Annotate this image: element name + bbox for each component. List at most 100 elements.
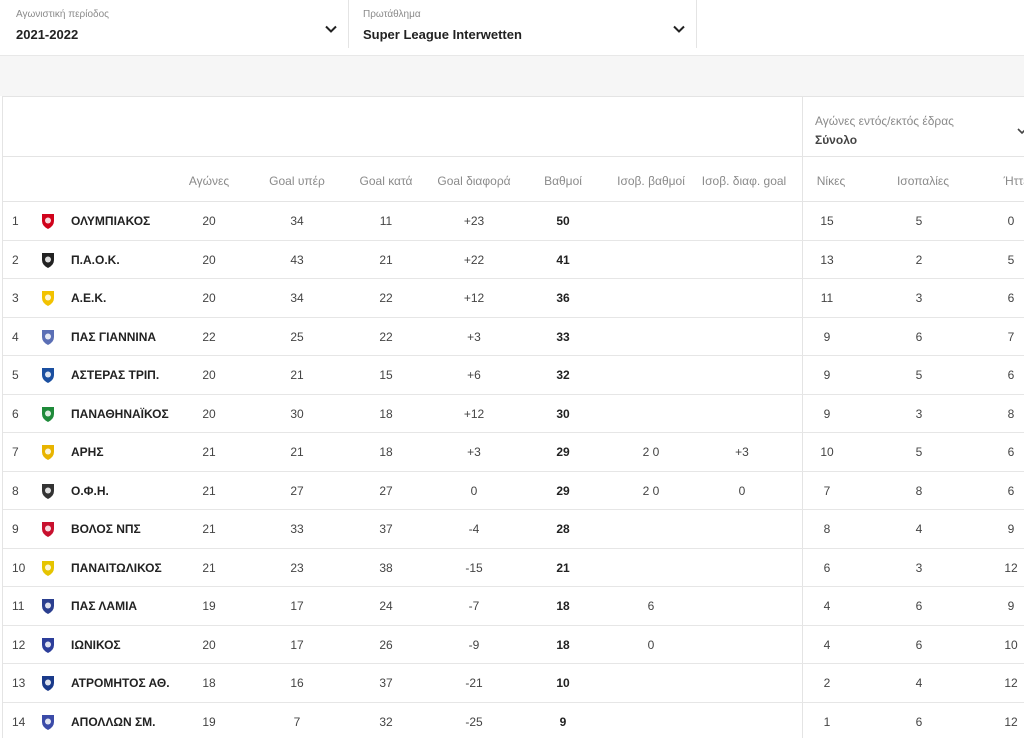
column-header-tie-points[interactable]: Ισοβ. βαθμοί xyxy=(617,174,685,188)
league-select[interactable]: Πρωτάθλημα Super League Interwetten xyxy=(349,0,697,48)
points-cell: 41 xyxy=(556,252,570,267)
goals-against-cell: 21 xyxy=(379,252,393,267)
goals-against-cell: 27 xyxy=(379,483,393,498)
table-row[interactable]: 4 ΠΑΣ ΓΙΑΝΝΙΝΑ 22 25 22 +3 33 9 6 7 xyxy=(3,318,1024,356)
losses-cell: 6 xyxy=(1007,368,1015,382)
league-select-value[interactable]: Super League Interwetten xyxy=(363,27,522,42)
table-row[interactable]: 8 Ο.Φ.Η. 21 27 27 0 29 2 0 0 7 8 6 xyxy=(3,472,1024,510)
goals-against-cell: 26 xyxy=(379,637,393,652)
chevron-down-icon[interactable] xyxy=(1016,125,1024,137)
table-row[interactable]: 11 ΠΑΣ ΛΑΜΙΑ 19 17 24 -7 18 6 4 6 9 xyxy=(3,587,1024,626)
team-name-link[interactable]: ΟΛΥΜΠΙΑΚΟΣ xyxy=(71,202,150,240)
points-cell: 18 xyxy=(556,637,570,652)
tie-points-cell: 6 xyxy=(647,599,655,613)
team-name-link[interactable]: Π.Α.Ο.Κ. xyxy=(71,241,120,279)
played-cell: 21 xyxy=(202,560,216,575)
team-name-link[interactable]: ΑΤΡΟΜΗΤΟΣ ΑΘ. xyxy=(71,664,170,702)
table-row[interactable]: 12 ΙΩΝΙΚΟΣ 20 17 26 -9 18 0 4 6 10 xyxy=(3,626,1024,664)
goals-against-cell: 15 xyxy=(379,368,393,382)
goals-for-cell: 23 xyxy=(290,560,304,575)
team-name-link[interactable]: Α.Ε.Κ. xyxy=(71,279,106,317)
team-crest-icon xyxy=(42,637,54,653)
position-cell: 2 xyxy=(12,252,19,267)
goals-against-cell: 18 xyxy=(379,445,393,459)
team-crest-icon xyxy=(42,483,54,499)
played-cell: 22 xyxy=(202,329,216,344)
table-row[interactable]: 9 ΒΟΛΟΣ ΝΠΣ 21 33 37 -4 28 8 4 9 xyxy=(3,510,1024,549)
table-row[interactable]: 14 ΑΠΟΛΛΩΝ ΣΜ. 19 7 32 -25 9 1 6 12 xyxy=(3,703,1024,738)
position-cell: 4 xyxy=(12,329,19,344)
draws-cell: 3 xyxy=(915,291,923,305)
goal-diff-cell: +3 xyxy=(467,329,481,344)
chevron-down-icon[interactable] xyxy=(672,22,686,36)
table-row[interactable]: 2 Π.Α.Ο.Κ. 20 43 21 +22 41 13 2 5 xyxy=(3,241,1024,279)
goals-for-cell: 34 xyxy=(290,214,304,228)
goals-against-cell: 22 xyxy=(379,329,393,344)
column-header-tie-goal-diff[interactable]: Ισοβ. διαφ. goal xyxy=(702,174,786,188)
played-cell: 21 xyxy=(202,445,216,459)
losses-cell: 5 xyxy=(1007,252,1015,267)
goals-against-cell: 38 xyxy=(379,560,393,575)
season-select-label: Αγωνιστική περίοδος xyxy=(16,9,109,20)
goals-for-cell: 16 xyxy=(290,676,304,690)
position-cell: 3 xyxy=(12,291,19,305)
table-row[interactable]: 5 ΑΣΤΕΡΑΣ ΤΡΙΠ. 20 21 15 +6 32 9 5 6 xyxy=(3,356,1024,395)
column-header-goals-for[interactable]: Goal υπέρ xyxy=(269,174,325,188)
table-row[interactable]: 1 ΟΛΥΜΠΙΑΚΟΣ 20 34 11 +23 50 15 5 0 xyxy=(3,202,1024,241)
column-header-goal-diff[interactable]: Goal διαφορά xyxy=(437,174,510,188)
table-row[interactable]: 10 ΠΑΝΑΙΤΩΛΙΚΟΣ 21 23 38 -15 21 6 3 12 xyxy=(3,549,1024,587)
home-away-select-value[interactable]: Σύνολο xyxy=(815,133,857,147)
team-name-link[interactable]: ΠΑΝΑΘΗΝΑΪΚΟΣ xyxy=(71,395,169,433)
losses-cell: 7 xyxy=(1007,329,1015,344)
goals-for-cell: 25 xyxy=(290,329,304,344)
losses-cell: 6 xyxy=(1007,291,1015,305)
draws-cell: 6 xyxy=(915,599,923,613)
losses-cell: 10 xyxy=(1004,637,1018,652)
table-row[interactable]: 13 ΑΤΡΟΜΗΤΟΣ ΑΘ. 18 16 37 -21 10 2 4 12 xyxy=(3,664,1024,703)
goals-against-cell: 37 xyxy=(379,676,393,690)
tie-goal-diff-cell: 0 xyxy=(738,483,746,498)
goals-for-cell: 21 xyxy=(290,445,304,459)
table-row[interactable]: 7 ΑΡΗΣ 21 21 18 +3 29 2 0 +3 10 5 6 xyxy=(3,433,1024,472)
wins-cell: 11 xyxy=(820,291,834,305)
team-name-link[interactable]: ΙΩΝΙΚΟΣ xyxy=(71,626,121,664)
team-crest-icon xyxy=(42,560,54,576)
team-crest-icon xyxy=(42,522,54,537)
position-cell: 1 xyxy=(12,214,19,228)
played-cell: 18 xyxy=(202,676,216,690)
column-header-draws[interactable]: Ισοπαλίες xyxy=(897,174,949,188)
tie-points-cell: 2 0 xyxy=(642,445,660,459)
league-select-label: Πρωτάθλημα xyxy=(363,9,421,20)
team-name-link[interactable]: ΠΑΝΑΙΤΩΛΙΚΟΣ xyxy=(71,549,162,587)
team-crest-icon xyxy=(42,291,54,306)
column-header-wins[interactable]: Νίκες xyxy=(817,174,845,188)
season-select-value[interactable]: 2021-2022 xyxy=(16,27,78,42)
points-cell: 36 xyxy=(556,291,570,305)
team-name-link[interactable]: ΠΑΣ ΓΙΑΝΝΙΝΑ xyxy=(71,318,156,356)
team-name-link[interactable]: ΠΑΣ ΛΑΜΙΑ xyxy=(71,587,137,625)
column-header-points[interactable]: Βαθμοί xyxy=(544,174,582,188)
position-cell: 10 xyxy=(12,560,26,575)
table-row[interactable]: 6 ΠΑΝΑΘΗΝΑΪΚΟΣ 20 30 18 +12 30 9 3 8 xyxy=(3,395,1024,433)
position-cell: 12 xyxy=(12,637,26,652)
column-header-goals-against[interactable]: Goal κατά xyxy=(360,174,413,188)
team-name-link[interactable]: Ο.Φ.Η. xyxy=(71,472,109,510)
goals-for-cell: 7 xyxy=(293,714,301,729)
team-name-link[interactable]: ΑΣΤΕΡΑΣ ΤΡΙΠ. xyxy=(71,356,159,394)
column-header-played[interactable]: Αγώνες xyxy=(189,174,229,188)
draws-cell: 5 xyxy=(915,214,923,228)
column-header-losses[interactable]: Ήττες xyxy=(1004,174,1024,188)
header-top-divider xyxy=(3,156,1024,157)
goal-diff-cell: 0 xyxy=(470,483,478,498)
team-name-link[interactable]: ΑΡΗΣ xyxy=(71,433,104,471)
team-name-link[interactable]: ΒΟΛΟΣ ΝΠΣ xyxy=(71,510,141,548)
goals-against-cell: 37 xyxy=(379,522,393,536)
losses-cell: 9 xyxy=(1007,599,1015,613)
season-select[interactable]: Αγωνιστική περίοδος 2021-2022 xyxy=(0,0,349,48)
team-crest-icon xyxy=(42,599,54,614)
points-cell: 18 xyxy=(556,599,570,613)
table-row[interactable]: 3 Α.Ε.Κ. 20 34 22 +12 36 11 3 6 xyxy=(3,279,1024,318)
team-name-link[interactable]: ΑΠΟΛΛΩΝ ΣΜ. xyxy=(71,703,156,738)
goals-for-cell: 43 xyxy=(290,252,304,267)
chevron-down-icon[interactable] xyxy=(324,22,338,36)
